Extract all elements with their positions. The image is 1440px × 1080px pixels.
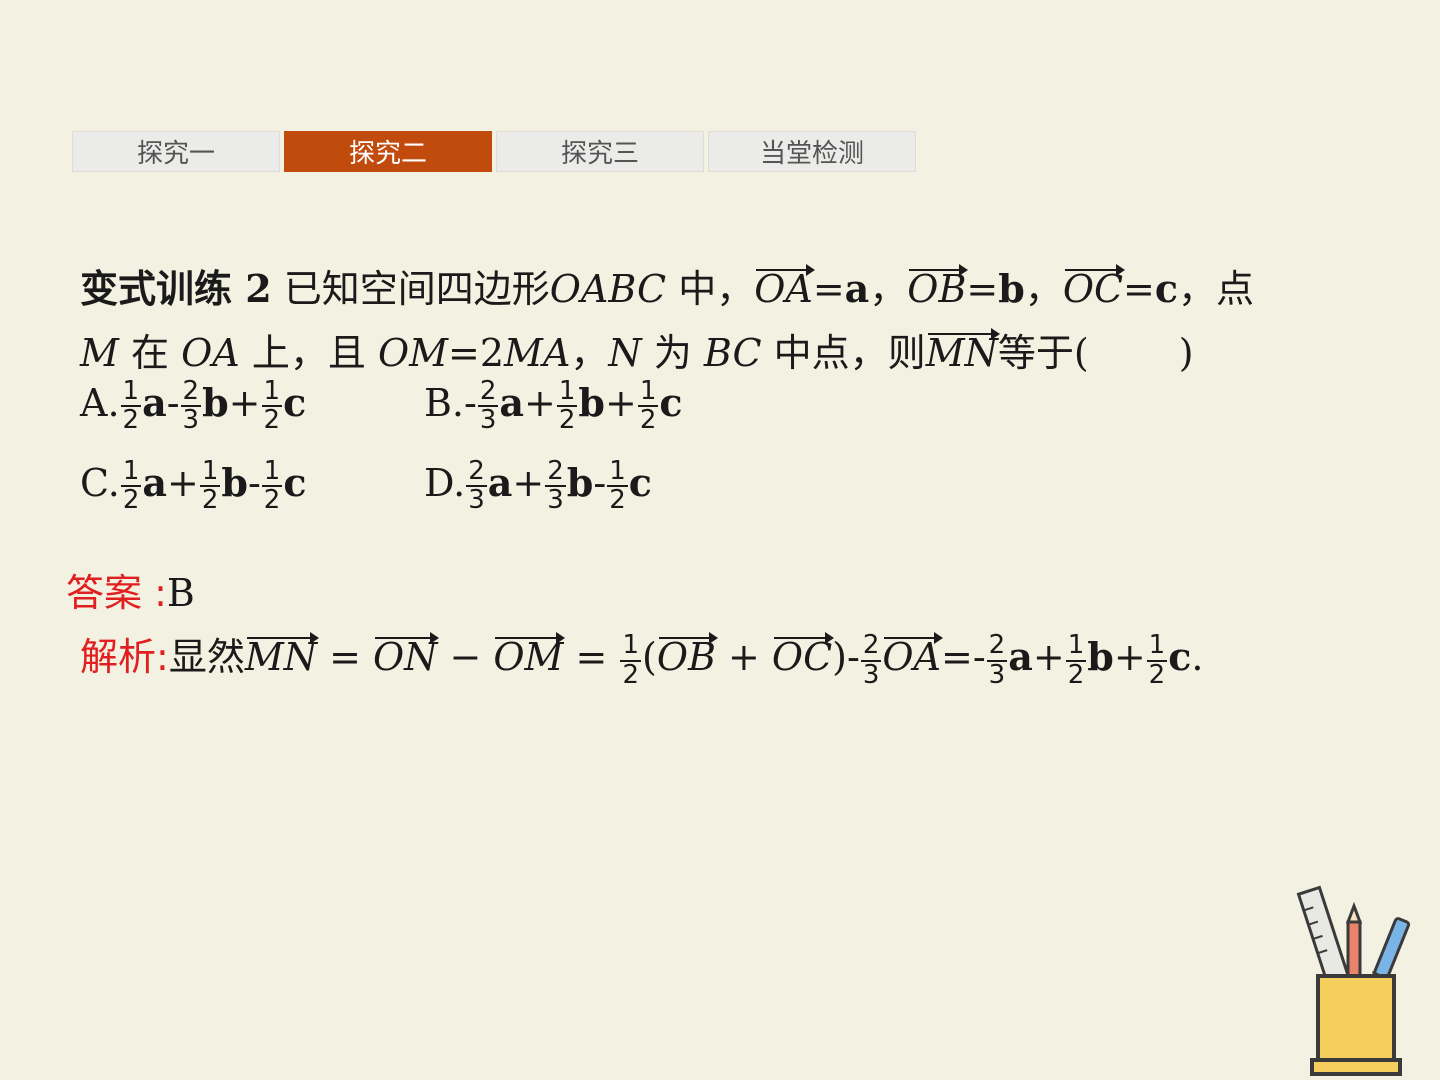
option-b[interactable]: B.- 2 3 a+ 1 2 b+ 1 2 c [424,376,683,436]
analysis-label: 解析: [80,635,169,679]
point-n: N [608,331,642,375]
vector-oa: OA [882,632,943,679]
fraction: 23 [986,630,1008,690]
fraction: 12 [261,376,283,436]
option-label: A. [80,380,120,425]
point-m: M [80,331,119,375]
tab-explore-2[interactable]: 探究二 [284,131,492,172]
tab-class-check[interactable]: 当堂检测 [708,131,916,172]
equals-sign: =2 [448,331,505,375]
vector-oa: OA [754,264,815,311]
vector-a: a [844,266,870,311]
fraction: 12 [637,376,659,436]
fraction: 12 [120,376,142,436]
option-d[interactable]: D. 2 3 a+ 2 3 b- 1 2 c [424,456,652,516]
fraction: 12 [1146,630,1168,690]
analysis-lead: 显然 [168,635,245,679]
problem-text: 中， [678,267,755,311]
vector-oc: OC [771,632,835,679]
problem-line-2: M 在 OA 上，且 OM=2MA，N 为 BC 中点，则MN等于() [80,322,1194,377]
fraction: 12 [120,456,142,516]
problem-heading: 变式训练 2 [80,266,272,311]
problem-text: 为 [653,331,692,375]
fraction: 23 [477,376,499,436]
problem-line-1: 变式训练 2 已知空间四边形OABC 中，OA=a，OB=b，OC=c，点 [80,264,1255,311]
quad-name: OABC [549,267,667,311]
fraction: 12 [1065,630,1087,690]
problem-text: 已知空间四边形 [283,267,550,311]
section-tabs: 探究一 探究二 探究三 当堂检测 [72,131,920,172]
segment-bc: BC [703,331,762,375]
segment-om: OM [377,331,448,375]
vector-ob: OB [907,264,969,311]
vector-mn: MN [244,632,320,679]
vector-mn: MN [925,328,1001,375]
tab-explore-1[interactable]: 探究一 [72,131,280,172]
option-label: D. [424,460,466,505]
option-c[interactable]: C. 1 2 a+ 1 2 b- 1 2 c [80,456,306,516]
vector-c: c [1154,266,1179,311]
problem-text: 中点，则 [773,331,926,375]
option-label: B. [424,380,465,425]
answer-value: B [166,571,195,615]
problem-text: 点 [1216,267,1255,311]
problem-text: 上，且 [251,331,366,375]
fraction: 12 [620,630,642,690]
comma: ， [570,331,609,375]
pencil-cup-icon [1296,885,1411,1076]
fraction: 12 [261,456,283,516]
fraction: 23 [545,456,566,516]
option-label: C. [80,460,120,505]
answer-label: 答案 : [66,571,167,615]
vector-om: OM [493,632,566,679]
vector-ob: OB [656,632,719,679]
close-paren: ) [1178,331,1194,375]
problem-text: 等于( [997,331,1089,375]
answer-row: 答案 :B [66,562,195,617]
fraction: 23 [466,456,487,516]
analysis-row: 解析:显然MN = ON − OM = 1 2 (OB + OC)- 2 3 OA=- 2 3… [80,630,1204,690]
fraction: 12 [556,376,578,436]
segment-oa: OA [181,331,240,375]
vector-oc: OC [1062,264,1126,311]
fraction: 23 [180,376,202,436]
fraction: 23 [860,630,882,690]
vector-b: b [998,266,1025,311]
fraction: 12 [199,456,221,516]
segment-ma: MA [504,331,571,375]
option-a[interactable]: A. 1 2 a- 2 3 b+ 1 2 c [80,376,306,436]
fraction: 12 [607,456,628,516]
vector-on: ON [373,632,440,679]
problem-text: 在 [131,331,170,375]
tab-explore-3[interactable]: 探究三 [496,131,704,172]
